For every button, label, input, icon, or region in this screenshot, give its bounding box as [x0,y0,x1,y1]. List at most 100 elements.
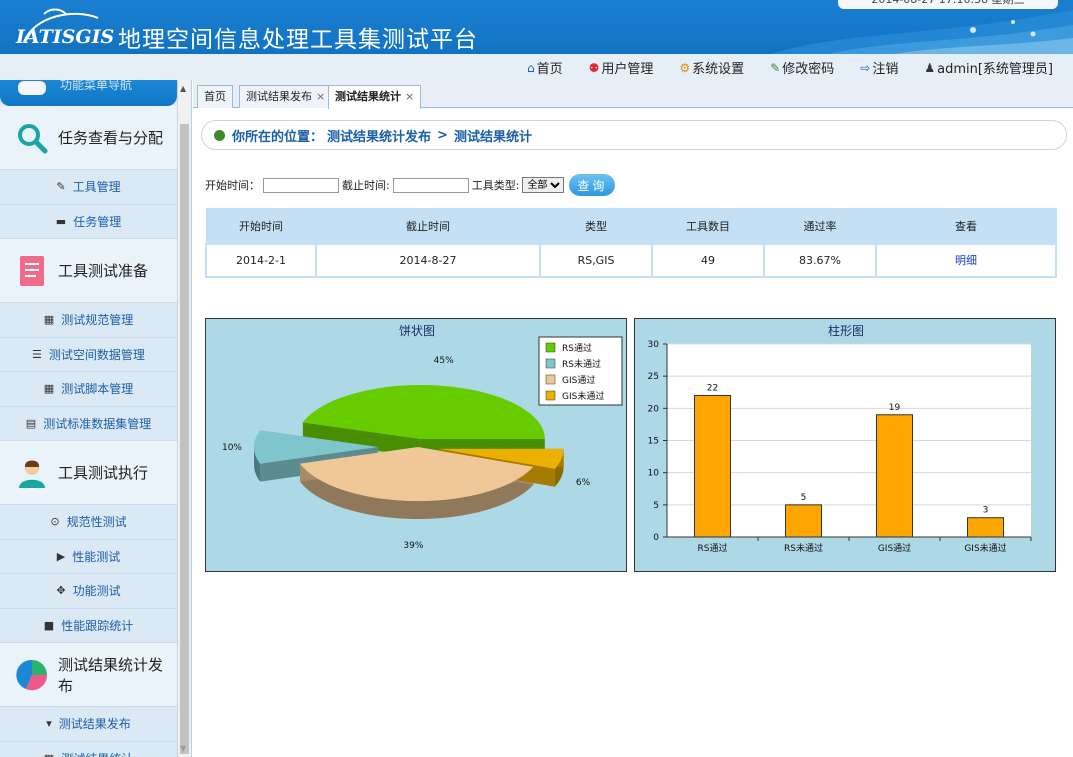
column-header: 截止时间 [315,208,541,244]
user-icon: ⚉ [588,60,600,75]
grid-icon: ▦ [43,313,55,327]
end-time-input[interactable] [392,177,469,193]
pie-slice-label: 6% [576,478,591,488]
breadcrumb-prefix: 你所在的位置： [232,129,324,145]
start-time-input[interactable] [263,177,339,193]
sidebar-item-label: 测试规范管理 [61,313,134,328]
document-icon [16,255,48,287]
topnav-item-label: 首页 [536,62,563,77]
start-time-label: 开始时间： [205,179,260,192]
breadcrumb-separator: > [437,127,448,143]
topnav-item-label: 系统设置 [692,62,745,77]
end-time-label: 截止时间: [342,179,390,192]
breadcrumb-path1[interactable]: 测试结果统计发布 [327,126,431,145]
sidebar-item-exec-2[interactable]: ✥ 功能测试 [0,574,177,609]
tab-label: 测试结果发布 [246,90,312,103]
sidebar-item-label: 性能测试 [72,549,121,564]
table-cell[interactable]: 明细 [875,242,1057,278]
bar-chart-title: 柱形图 [828,323,864,338]
scroll-up-arrow-icon[interactable]: ▲ [180,84,186,93]
sidebar-item-task-1[interactable]: ▬ 任务管理 [0,204,177,239]
sidebar-section-stat[interactable]: 测试结果统计发布 [0,643,177,707]
topnav-item-0[interactable]: ⌂ 首页 [526,58,563,78]
sidebar-section-prep[interactable]: 工具测试准备 [0,239,177,303]
x-tick-label: GIS未通过 [964,542,1006,554]
sidebar-item-label: 任务管理 [73,214,122,229]
topnav-item-4[interactable]: ⇨ 注销 [860,58,899,78]
y-tick-label: 10 [648,469,660,479]
pie-slices [254,384,564,519]
sidebar-section-exec[interactable]: 工具测试执行 [0,441,177,505]
bar [876,414,913,538]
legend-label: RS未通过 [562,358,601,370]
column-header: 通过率 [763,208,877,244]
sidebar-item-label: 测试脚本管理 [61,382,134,397]
table-cell: 49 [651,242,765,278]
tab-2[interactable]: 测试结果统计 × [328,85,422,109]
table-cell: 83.67% [763,242,877,278]
sidebar-section-task[interactable]: 任务查看与分配 [0,106,177,170]
sidebar-item-stat-1[interactable]: ▦ 测试结果统计 [0,741,177,757]
topnav-item-3[interactable]: ✎ 修改密码 [770,58,834,78]
sidebar-item-label: 工具管理 [72,180,121,195]
pie-legend: RS通过 RS未通过 GIS通过 GIS未通过 [538,336,623,406]
sidebar-item-exec-0[interactable]: ⊙ 规范性测试 [0,505,177,540]
tab-1[interactable]: 测试结果发布 × [239,85,333,108]
legend-swatch [545,342,556,353]
tool-type-label: 工具类型: [471,179,520,192]
bar [785,504,822,538]
sidebar-item-exec-3[interactable]: ■ 性能跟踪统计 [0,608,177,643]
cart-icon: ▾ [46,717,52,731]
location-icon [214,129,225,141]
grid-icon: ▦ [43,382,55,396]
main-content: 首页 测试结果发布 × 测试结果统计 × 你所在的位置： 测试结果统计发布 > 测试结果… [193,80,1073,757]
wrench-icon: ✎ [56,180,66,194]
detail-link[interactable]: 明细 [955,254,977,267]
sidebar-item-exec-1[interactable]: ▶ 性能测试 [0,539,177,574]
sidebar-item-task-0[interactable]: ✎ 工具管理 [0,170,177,205]
close-icon[interactable]: × [316,90,325,103]
top-nav-bar: ⌂ 首页 ⚉ 用户管理 ⚙ 系统设置 ✎ 修改密码 ⇨ 注销 ♟ admin[系统管理员] [0,54,1073,80]
sidebar-item-prep-3[interactable]: ▤ 测试标准数据集管理 [0,406,177,441]
home-icon: ⌂ [526,60,535,75]
gear-icon: ⚙ [679,60,691,75]
sidebar-header-icon [18,81,46,95]
table-icon: ▦ [44,752,54,757]
bar-value-label: 3 [983,506,989,516]
sidebar-item-prep-0[interactable]: ▦ 测试规范管理 [0,303,177,338]
sidebar-section-label: 工具测试准备 [58,262,149,280]
scroll-down-arrow-icon[interactable]: ▼ [180,744,186,753]
column-header: 开始时间 [205,208,317,244]
sidebar-scrollbar[interactable]: ▲ ▼ [177,80,191,757]
sidebar-section-label: 测试结果统计发布 [58,655,164,695]
topnav-item-1[interactable]: ⚉ 用户管理 [588,58,654,78]
sidebar-item-label: 测试结果发布 [58,717,131,732]
column-header: 查看 [875,208,1057,244]
scrollbar-thumb[interactable] [180,124,189,754]
topnav-item-5[interactable]: ♟ admin[系统管理员] [924,58,1053,78]
sidebar-section-label: 工具测试执行 [58,464,149,482]
sidebar-item-prep-2[interactable]: ▦ 测试脚本管理 [0,372,177,407]
legend-label: GIS未通过 [562,390,604,402]
sidebar-item-prep-1[interactable]: ☰ 测试空间数据管理 [0,337,177,372]
pie-slice-label: 10% [222,443,242,453]
table-cell: 2014-8-27 [315,242,541,278]
tool-type-select[interactable]: 全部 [522,177,565,193]
table-row: 2014-2-1 2014-8-27 RS,GIS 49 83.67% 明细 [205,242,1057,278]
briefcase-icon: ▬ [55,214,67,228]
topnav-item-label: 注销 [872,62,899,77]
y-tick-label: 5 [653,501,659,511]
tab-label: 首页 [204,90,226,103]
topnav-item-2[interactable]: ⚙ 系统设置 [679,58,745,78]
legend-label: GIS通过 [562,374,595,386]
query-button[interactable]: 查询 [569,174,616,196]
legend-swatch [545,390,556,401]
column-header: 工具数目 [651,208,765,244]
tab-0[interactable]: 首页 [197,85,233,108]
x-tick-label: RS通过 [698,542,728,554]
bar [967,517,1004,538]
sidebar-item-stat-0[interactable]: ▾ 测试结果发布 [0,707,177,742]
close-icon[interactable]: × [405,90,414,103]
table-cell: 2014-2-1 [205,242,317,278]
table-icon: ▤ [25,416,37,430]
